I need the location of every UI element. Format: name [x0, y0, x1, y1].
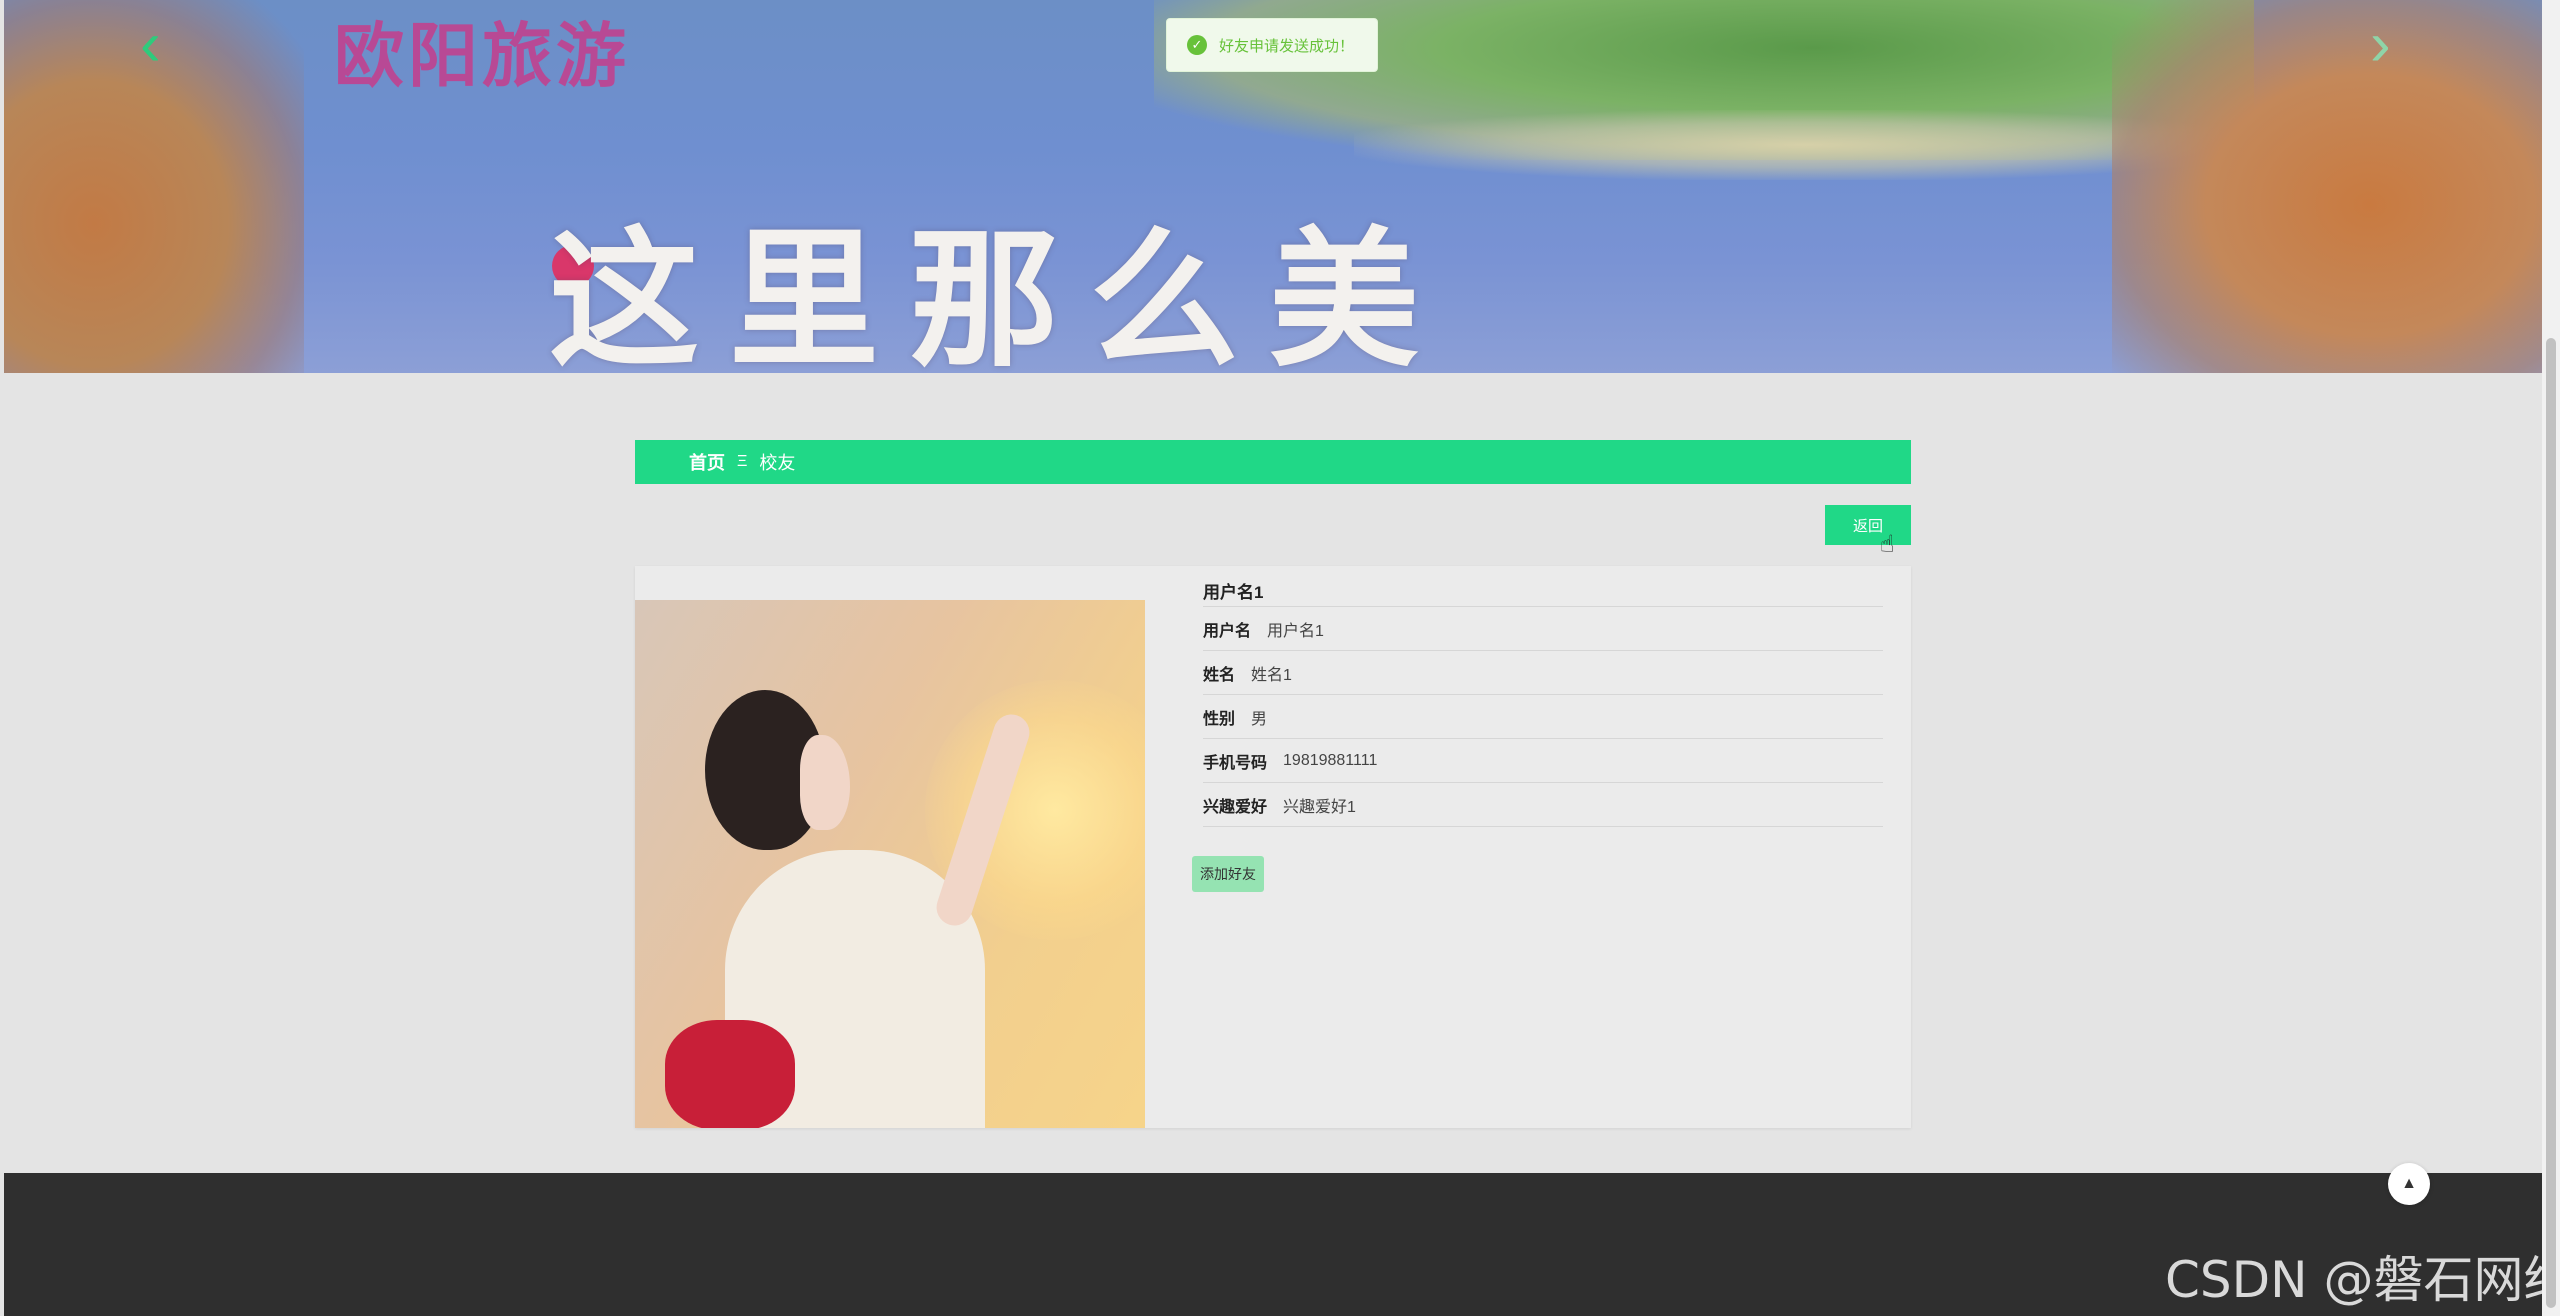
field-label: 性别	[1203, 710, 1236, 728]
field-label: 兴趣爱好	[1203, 798, 1268, 816]
breadcrumb-separator: Ξ	[737, 453, 748, 470]
arrow-up-icon[interactable]: ▲	[2388, 1163, 2430, 1205]
breadcrumb-current: 校友	[759, 453, 796, 473]
breadcrumb-home[interactable]: 首页	[689, 449, 725, 475]
field-row: 兴趣爱好 兴趣爱好1	[1203, 783, 1883, 827]
field-label: 手机号码	[1203, 754, 1268, 772]
photo-face	[800, 735, 850, 830]
field-value: 用户名1	[1267, 622, 1324, 640]
profile-title: 用户名1	[1203, 580, 1883, 607]
photo-sash	[665, 1020, 795, 1128]
back-button[interactable]: 返回	[1825, 505, 1911, 545]
field-value: 19819881111	[1283, 751, 1378, 769]
scrollbar-thumb[interactable]	[2546, 338, 2556, 1308]
field-row: 用户名 用户名1	[1203, 607, 1883, 651]
success-toast: ✓ 好友申请发送成功！	[1166, 18, 1378, 72]
profile-card: 用户名1 用户名 用户名1 姓名 姓名1 性别 男 手机号码 198198811…	[635, 566, 1911, 1128]
check-circle-icon: ✓	[1187, 35, 1207, 55]
profile-info: 用户名1 用户名 用户名1 姓名 姓名1 性别 男 手机号码 198198811…	[1203, 580, 1883, 827]
chevron-left-icon[interactable]: ‹	[140, 14, 161, 76]
banner-title-top: 欧阳旅游	[334, 14, 630, 97]
field-label: 用户名	[1203, 622, 1252, 640]
profile-photo	[635, 600, 1145, 1128]
add-friend-button[interactable]: 添加好友	[1192, 856, 1264, 892]
scrollbar[interactable]	[2542, 0, 2560, 1316]
breadcrumb: 首页 Ξ 校友	[635, 440, 1911, 484]
field-row: 姓名 姓名1	[1203, 651, 1883, 695]
watermark: CSDN @磐石网络	[2165, 1251, 2560, 1309]
field-label: 姓名	[1203, 666, 1236, 684]
banner-title-big: 这里那么美	[549, 212, 1450, 373]
toast-message: 好友申请发送成功！	[1219, 37, 1355, 55]
footer	[4, 1173, 2542, 1316]
chevron-right-icon[interactable]: ›	[2370, 14, 2391, 76]
field-value: 姓名1	[1251, 666, 1292, 684]
field-row: 性别 男	[1203, 695, 1883, 739]
banner-right-edge	[2112, 0, 2542, 373]
field-row: 手机号码 19819881111	[1203, 739, 1883, 783]
field-value: 兴趣爱好1	[1283, 798, 1356, 816]
field-value: 男	[1251, 710, 1268, 728]
hand-cursor-icon: ☝	[1880, 531, 1895, 558]
